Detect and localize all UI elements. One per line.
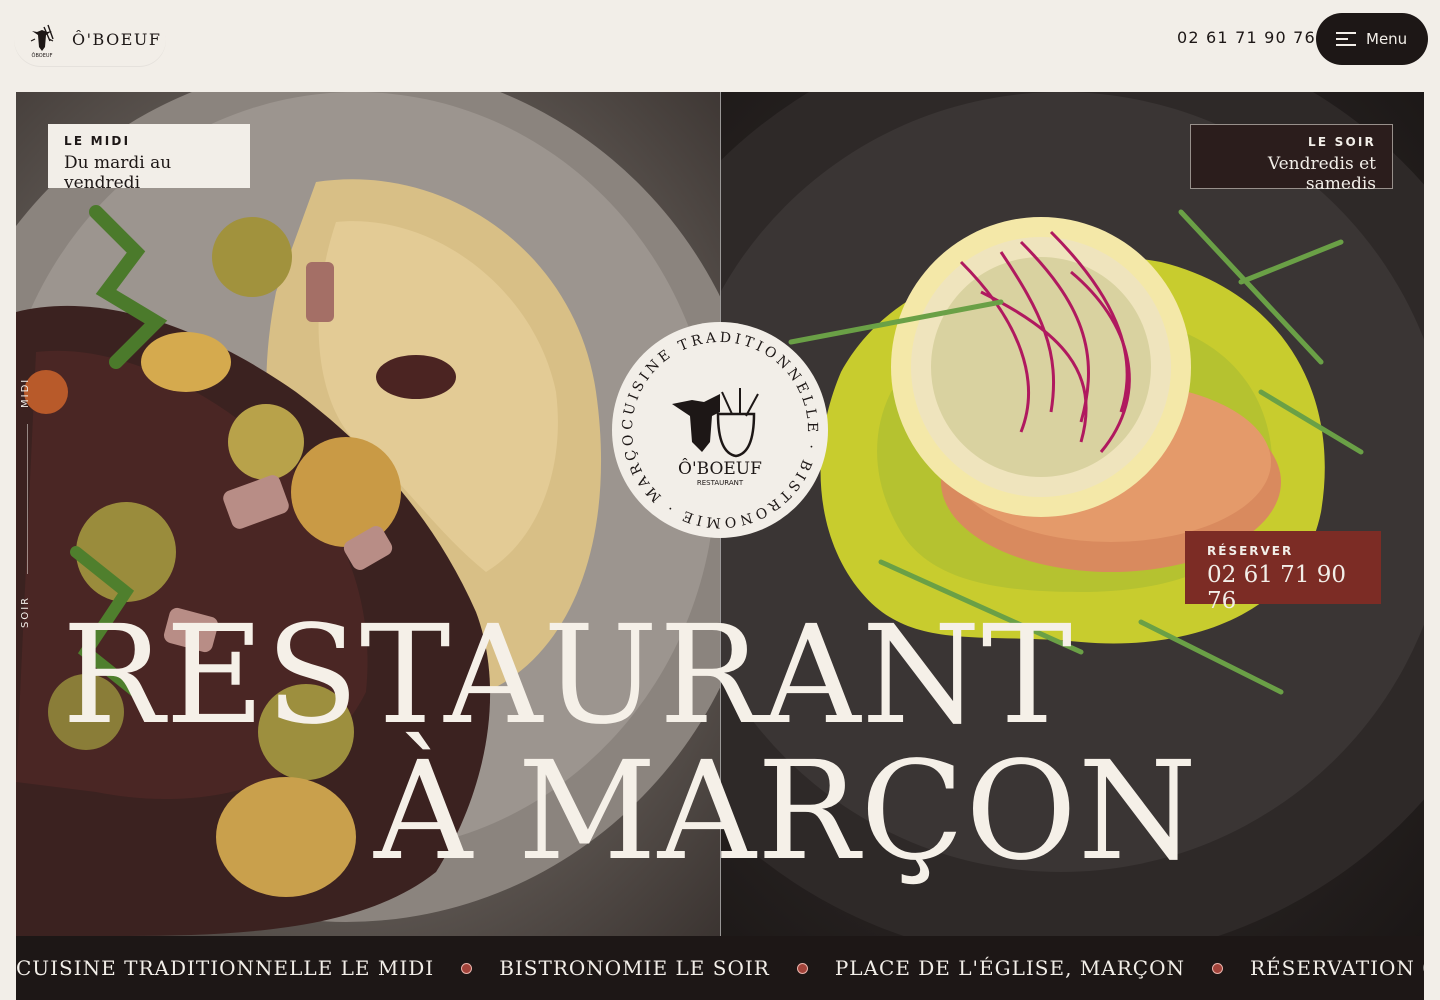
dinner-kicker: LE SOIR <box>1308 135 1376 149</box>
lunch-days: Du mardi au vendredi <box>64 153 172 193</box>
lunch-kicker: LE MIDI <box>64 134 131 148</box>
ticker-dot-icon <box>1212 962 1223 974</box>
badge-sub: RESTAURANT <box>697 479 744 487</box>
dinner-days: Vendredis et samedis <box>1267 154 1376 194</box>
svg-text:CUISINE TRADITIONNELLE · BISTR: CUISINE TRADITIONNELLE · BISTRONOMIE · M… <box>612 322 820 530</box>
menu-button[interactable]: Menu <box>1316 13 1428 65</box>
site-header: ÔBOEUF Ô'BOEUF 02 61 71 90 76 Menu <box>0 0 1440 92</box>
ticker-item: PLACE DE L'ÉGLISE, MARÇON <box>834 956 1185 980</box>
badge-emblem-icon: CUISINE TRADITIONNELLE · BISTRONOMIE · M… <box>604 310 820 530</box>
reserve-kicker: RÉSERVER <box>1207 544 1294 558</box>
restaurant-badge: CUISINE TRADITIONNELLE · BISTRONOMIE · M… <box>604 310 828 538</box>
ticker-dot-icon <box>461 962 473 974</box>
hero: LE MIDI Du mardi au vendredi LE SOIR Ven… <box>16 92 1424 936</box>
side-nav-soir[interactable]: SOIR <box>20 596 31 628</box>
side-slider-nav: MIDI SOIR <box>16 362 40 642</box>
svg-text:ÔBOEUF: ÔBOEUF <box>32 52 53 59</box>
side-nav-divider <box>27 424 28 574</box>
ticker-item: RÉSERVATION 02 61 71 90 76 <box>1250 956 1424 980</box>
menu-label: Menu <box>1366 30 1408 48</box>
ticker-item: BISTRONOMIE LE SOIR <box>499 956 770 980</box>
ticker-dot-icon <box>796 962 808 974</box>
header-phone-link[interactable]: 02 61 71 90 76 <box>1177 28 1316 47</box>
lunch-hours-card: LE MIDI Du mardi au vendredi <box>48 124 250 193</box>
info-ticker: CUISINE TRADITIONNELLE LE MIDI BISTRONOM… <box>16 936 1424 1000</box>
reserve-phone-button[interactable]: RÉSERVER 02 61 71 90 76 <box>1185 531 1381 614</box>
badge-name: Ô'BOEUF <box>678 458 762 479</box>
brand-name: Ô'BOEUF <box>72 29 162 49</box>
badge-ring-text: CUISINE TRADITIONNELLE · BISTRONOMIE · M… <box>604 310 817 530</box>
reserve-phone: 02 61 71 90 76 <box>1207 562 1346 614</box>
ticker-item: CUISINE TRADITIONNELLE LE MIDI <box>16 956 435 980</box>
bull-logo-icon: ÔBOEUF <box>30 24 54 59</box>
dinner-hours-card: LE SOIR Vendredis et samedis <box>1190 124 1393 194</box>
side-nav-midi[interactable]: MIDI <box>20 378 31 408</box>
home-logo-link[interactable]: ÔBOEUF Ô'BOEUF <box>14 12 166 66</box>
hamburger-icon <box>1336 32 1356 46</box>
